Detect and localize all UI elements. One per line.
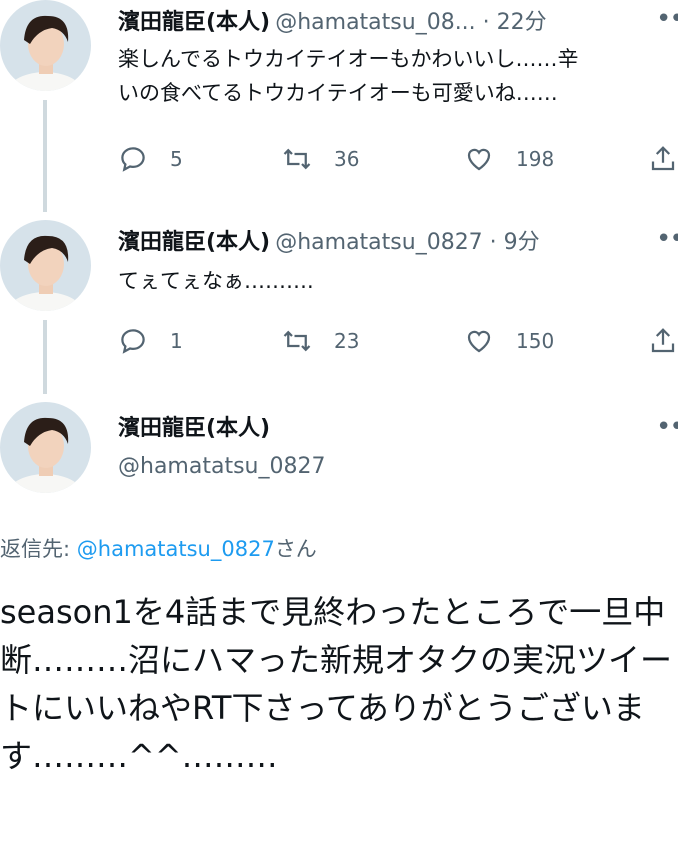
retweet-button[interactable]: 23 [282, 326, 359, 356]
reply-to-link[interactable]: @hamatatsu_0827 [77, 537, 275, 561]
heart-icon [467, 148, 491, 171]
timestamp[interactable]: · 9分 [483, 230, 540, 255]
reply-button[interactable]: 1 [118, 326, 183, 356]
more-dots-icon[interactable]: ••• [656, 412, 678, 442]
user-handle[interactable]: @hamatatsu_08... [275, 10, 475, 35]
tweet-actions: 5 36 198 [118, 144, 678, 174]
display-name[interactable]: 濱田龍臣(本人) [118, 410, 325, 442]
focused-tweet-text: season1を4話まで見終わったところで一旦中断………沼にハマった新規オタクの… [0, 593, 673, 775]
user-handle[interactable]: @hamatatsu_0827 [275, 230, 482, 255]
avatar[interactable] [0, 0, 91, 91]
tweet-header: 濱田龍臣(本人) @hamatatsu_0827 [118, 410, 325, 479]
tweet-text-line: てぇてぇなぁ………. [118, 269, 314, 293]
tweet-text: 楽しんでるトウカイテイオーもかわいいし……辛 いの食べてるトウカイテイオーも可愛… [118, 42, 678, 110]
reply-to-label: 返信先: [0, 537, 77, 561]
display-name[interactable]: 濱田龍臣(本人) [118, 10, 270, 35]
tweet-header: 濱田龍臣(本人) @hamatatsu_0827 · 9分 [118, 224, 540, 256]
retweet-count: 23 [334, 329, 360, 353]
thread-line [43, 320, 47, 394]
tweet-text: てぇてぇなぁ………. [118, 264, 678, 298]
reply-count: 1 [170, 329, 183, 353]
tweet-header: 濱田龍臣(本人) @hamatatsu_08... · 22分 [118, 4, 547, 36]
reply-to-line: 返信先: @hamatatsu_0827さん [0, 533, 317, 563]
like-button[interactable]: 198 [464, 144, 554, 174]
heart-icon [467, 330, 491, 353]
reply-button[interactable]: 5 [118, 144, 183, 174]
retweet-icon [283, 330, 311, 352]
like-count: 198 [516, 147, 555, 171]
more-dots-icon[interactable]: ••• [656, 4, 678, 34]
thread-line [43, 100, 47, 212]
tweet-text-line: いの食べてるトウカイテイオーも可愛いね…… [118, 81, 558, 105]
retweet-count: 36 [334, 147, 360, 171]
share-button[interactable] [648, 144, 678, 174]
user-handle[interactable]: @hamatatsu_0827 [118, 454, 325, 479]
tweet-actions: 1 23 150 [118, 326, 678, 356]
like-button[interactable]: 150 [464, 326, 554, 356]
timestamp[interactable]: · 22分 [476, 10, 547, 35]
retweet-button[interactable]: 36 [282, 144, 359, 174]
reply-icon [121, 329, 145, 354]
share-icon [651, 146, 675, 171]
reply-icon [121, 147, 145, 172]
avatar[interactable] [0, 402, 91, 493]
tweet-text-line: 楽しんでるトウカイテイオーもかわいいし……辛 [118, 47, 579, 71]
reply-count: 5 [170, 147, 183, 171]
like-count: 150 [516, 329, 555, 353]
display-name[interactable]: 濱田龍臣(本人) [118, 230, 270, 255]
reply-to-suffix: さん [274, 537, 317, 561]
share-button[interactable] [648, 326, 678, 356]
retweet-icon [283, 148, 311, 170]
avatar[interactable] [0, 220, 91, 311]
more-dots-icon[interactable]: ••• [656, 224, 678, 254]
share-icon [651, 328, 675, 353]
